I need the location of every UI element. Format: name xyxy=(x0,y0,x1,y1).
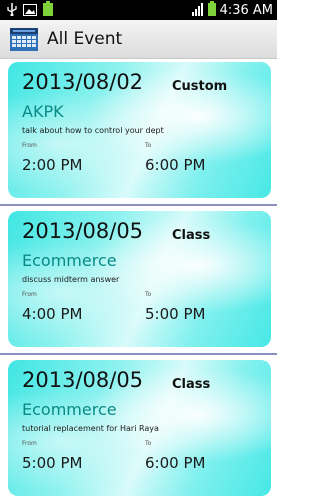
status-bar: 4:36 AM xyxy=(0,0,277,20)
status-notifications xyxy=(6,0,53,20)
from-label: From xyxy=(22,142,37,149)
event-type: Class xyxy=(172,228,211,243)
page-title: All Event xyxy=(47,29,123,49)
to-label: To xyxy=(145,291,152,298)
from-label: From xyxy=(22,440,37,447)
usb-icon xyxy=(6,1,18,20)
action-bar: All Event xyxy=(0,20,277,59)
event-description: talk about how to control your dept xyxy=(22,126,164,135)
event-title: AKPK xyxy=(22,102,64,121)
event-date: 2013/08/05 xyxy=(22,219,144,243)
to-label: To xyxy=(145,142,152,149)
event-description: tutorial replacement for Hari Raya xyxy=(22,424,159,433)
event-title: Ecommerce xyxy=(22,251,117,270)
event-start-time: 2:00 PM xyxy=(22,156,83,174)
event-card[interactable]: 2013/08/02 Custom AKPK talk about how to… xyxy=(8,62,271,198)
event-end-time: 6:00 PM xyxy=(145,156,206,174)
signal-icon xyxy=(191,1,206,20)
list-divider xyxy=(0,353,277,355)
event-description: discuss midterm answer xyxy=(22,275,120,284)
event-date: 2013/08/05 xyxy=(22,368,144,392)
status-time: 4:36 AM xyxy=(219,2,273,18)
from-label: From xyxy=(22,291,37,298)
calendar-icon[interactable] xyxy=(10,27,38,51)
event-end-time: 5:00 PM xyxy=(145,305,206,323)
status-system: 4:36 AM xyxy=(191,0,273,20)
event-card[interactable]: 2013/08/05 Class Ecommerce tutorial repl… xyxy=(8,360,271,496)
event-title: Ecommerce xyxy=(22,400,117,419)
event-type: Custom xyxy=(172,79,228,94)
to-label: To xyxy=(145,440,152,447)
event-type: Class xyxy=(172,377,211,392)
event-card[interactable]: 2013/08/05 Class Ecommerce discuss midte… xyxy=(8,211,271,347)
event-date: 2013/08/02 xyxy=(22,70,144,94)
image-icon xyxy=(23,1,37,20)
battery-icon xyxy=(207,0,216,20)
battery-icon xyxy=(43,0,53,20)
event-end-time: 6:00 PM xyxy=(145,454,206,472)
event-start-time: 5:00 PM xyxy=(22,454,83,472)
event-start-time: 4:00 PM xyxy=(22,305,83,323)
list-divider xyxy=(0,204,277,206)
